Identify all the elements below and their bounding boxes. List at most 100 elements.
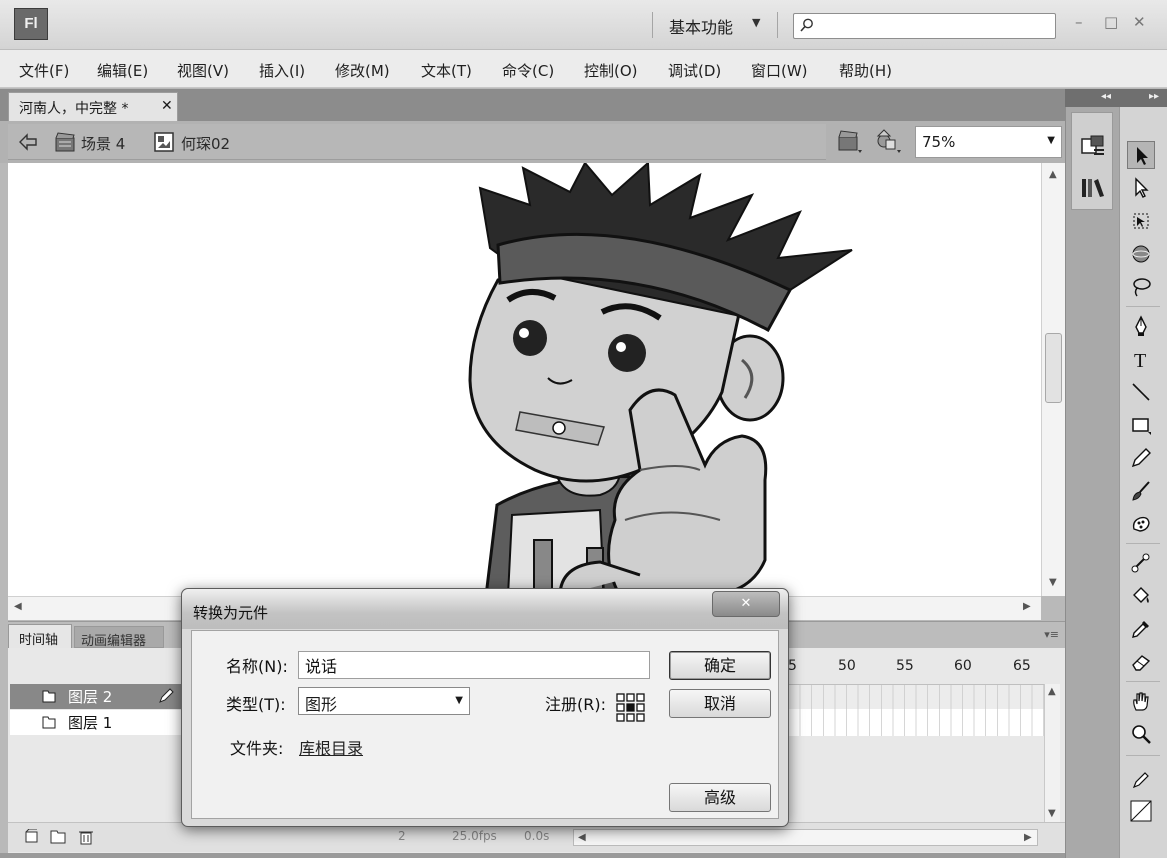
layer-row[interactable]: 图层 1 (10, 710, 182, 735)
brush-tool[interactable] (1127, 477, 1155, 505)
stage-vertical-scrollbar[interactable]: ▲ ▼ (1041, 163, 1065, 596)
frame-number: 50 (838, 658, 856, 674)
scroll-up-icon[interactable]: ▲ (1049, 169, 1057, 180)
bone-tool[interactable] (1127, 549, 1155, 577)
expand-icon[interactable]: ▸▸ (1149, 91, 1159, 102)
zoom-tool[interactable] (1127, 720, 1155, 748)
free-transform-icon (1133, 213, 1149, 229)
frame-ruler[interactable]: 5 50 55 60 65 (788, 652, 1053, 682)
rectangle-tool[interactable] (1127, 411, 1155, 439)
chevron-down-icon[interactable]: ▼ (752, 16, 760, 29)
elapsed-time: 0.0s (524, 829, 550, 843)
title-separator (777, 12, 778, 38)
free-transform-tool[interactable] (1127, 207, 1155, 235)
ok-button[interactable]: 确定 (669, 651, 771, 680)
stroke-color-tool[interactable] (1127, 765, 1155, 793)
edit-symbol-icon[interactable] (873, 128, 903, 154)
timeline-vertical-scrollbar[interactable]: ▲ ▼ (1044, 684, 1060, 824)
cancel-button[interactable]: 取消 (669, 689, 771, 718)
pencil-tool[interactable] (1127, 444, 1155, 472)
lasso-tool[interactable] (1127, 273, 1155, 301)
text-tool-icon: T (1134, 350, 1146, 370)
properties-panel-icon[interactable] (1080, 133, 1106, 159)
menu-edit[interactable]: 编辑(E) (97, 60, 148, 81)
workspace-switcher[interactable]: 基本功能 (669, 14, 733, 38)
collapse-icon[interactable]: ◂◂ (1101, 91, 1111, 102)
menu-debug[interactable]: 调试(D) (668, 60, 721, 81)
menu-help[interactable]: 帮助(H) (839, 60, 892, 81)
panel-collapse-bar[interactable]: ◂◂ ▸▸ (1065, 89, 1167, 107)
eyedropper-tool[interactable] (1127, 615, 1155, 643)
minimize-button[interactable]: – (1075, 13, 1083, 31)
close-icon[interactable]: ✕ (161, 98, 173, 114)
document-tab[interactable]: 河南人，中完整 * ✕ (8, 92, 178, 121)
library-panel-icon[interactable] (1080, 175, 1106, 201)
paint-bucket-tool[interactable] (1127, 582, 1155, 610)
3d-rotation-tool[interactable] (1127, 240, 1155, 268)
app-logo: Fl (14, 8, 48, 40)
tab-motion-editor[interactable]: 动画编辑器 (74, 626, 164, 649)
symbol-name-input[interactable] (298, 651, 650, 679)
maximize-button[interactable]: □ (1104, 13, 1118, 31)
lasso-icon (1133, 278, 1151, 297)
scroll-left-icon[interactable]: ◀ (14, 601, 22, 612)
menu-control[interactable]: 控制(O) (584, 60, 638, 81)
pen-tool[interactable] (1127, 312, 1155, 340)
advanced-button[interactable]: 高级 (669, 783, 771, 812)
eraser-tool[interactable] (1127, 648, 1155, 676)
symbol-type-select[interactable]: 图形 ▼ (298, 687, 470, 715)
frame-number: 60 (954, 658, 972, 674)
deco-tool[interactable] (1127, 510, 1155, 538)
scroll-down-icon[interactable]: ▼ (1048, 808, 1056, 819)
dialog-title: 转换为元件 (193, 604, 269, 622)
back-arrow-icon[interactable] (18, 133, 38, 151)
panel-menu-icon[interactable]: ▾≡ (1044, 628, 1059, 641)
trash-icon[interactable] (78, 829, 94, 845)
new-layer-icon[interactable] (24, 829, 40, 845)
tab-timeline[interactable]: 时间轴 (8, 624, 72, 648)
fill-color-swatch[interactable] (1127, 797, 1155, 825)
scroll-up-icon[interactable]: ▲ (1048, 686, 1056, 697)
menu-insert[interactable]: 插入(I) (259, 60, 305, 81)
registration-grid-icon[interactable] (616, 693, 646, 723)
new-folder-icon[interactable] (50, 829, 66, 845)
dialog-titlebar[interactable]: 转换为元件 ✕ (182, 589, 788, 629)
edit-scene-icon[interactable] (836, 128, 864, 154)
selection-tool[interactable] (1127, 141, 1155, 169)
scene-breadcrumb[interactable]: 场景 4 (81, 133, 125, 154)
symbol-type-value: 图形 (305, 695, 338, 714)
folder-link[interactable]: 库根目录 (299, 735, 363, 759)
line-tool[interactable] (1127, 378, 1155, 406)
scrollbar-thumb[interactable] (1045, 333, 1062, 403)
zoom-select[interactable]: 75% ▼ (915, 126, 1062, 158)
scroll-down-icon[interactable]: ▼ (1049, 577, 1057, 588)
menu-commands[interactable]: 命令(C) (502, 60, 554, 81)
search-input[interactable] (793, 13, 1056, 39)
menu-modify[interactable]: 修改(M) (335, 60, 390, 81)
name-label: 名称(N): (226, 657, 288, 676)
close-window-button[interactable]: ✕ (1133, 13, 1146, 31)
timeline-horizontal-scrollbar[interactable]: ◀ ▶ (573, 829, 1038, 846)
scroll-left-icon[interactable]: ◀ (578, 832, 586, 843)
menu-view[interactable]: 视图(V) (177, 60, 229, 81)
layer-name: 图层 2 (68, 688, 113, 706)
menu-window[interactable]: 窗口(W) (751, 60, 808, 81)
symbol-breadcrumb[interactable]: 何琛02 (181, 133, 230, 154)
menu-file[interactable]: 文件(F) (19, 60, 69, 81)
bottom-edge (0, 853, 1065, 858)
stage-canvas[interactable]: ✥ (8, 163, 1041, 596)
menu-text[interactable]: 文本(T) (421, 60, 472, 81)
hand-tool[interactable] (1127, 687, 1155, 715)
dialog-close-button[interactable]: ✕ (712, 591, 780, 617)
frame-rate: 25.0fps (452, 829, 497, 843)
frame-row-highlight (788, 684, 1044, 709)
search-icon (800, 18, 813, 32)
text-tool[interactable]: T (1127, 345, 1155, 373)
scroll-right-icon[interactable]: ▶ (1024, 832, 1032, 843)
frame-number: 55 (896, 658, 914, 674)
paint-bucket-icon (1133, 587, 1149, 603)
layer-row[interactable]: 图层 2 (10, 684, 182, 709)
scroll-right-icon[interactable]: ▶ (1023, 601, 1031, 612)
subselection-tool[interactable] (1127, 174, 1155, 202)
title-bar: Fl 基本功能 ▼ – □ ✕ (0, 0, 1167, 50)
